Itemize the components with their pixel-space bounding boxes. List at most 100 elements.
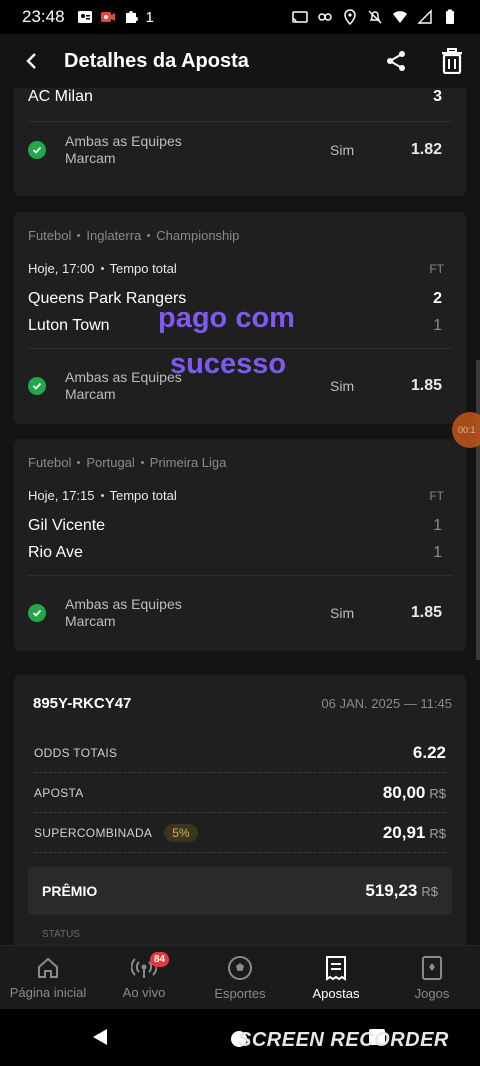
soccer-ball-icon (228, 955, 252, 980)
bet-details-content[interactable]: AC Milan 3 Ambas as Equipes Marcam Sim 1… (0, 88, 480, 945)
notification-count: 1 (145, 8, 154, 26)
match-status: FT (429, 488, 444, 503)
team-score: 1 (433, 317, 442, 334)
odd: 1.82 (410, 141, 442, 158)
bet-date: 06 JAN. 2025 — 11:45 (321, 695, 452, 711)
recording-icon (100, 12, 115, 22)
check-icon (28, 377, 46, 395)
prize-value-wrap: 519,23 R$ (365, 881, 438, 901)
status-right-icons (292, 9, 458, 25)
team-row: AC Milan 3 (28, 88, 442, 106)
selection-card: Futebol Portugal Primeira Liga Hoje, 17:… (14, 439, 466, 651)
share-icon (387, 51, 405, 71)
selection-row: Ambas as Equipes Marcam Sim 1.82 (28, 130, 456, 170)
pick: Sim (330, 142, 355, 158)
share-button[interactable] (368, 34, 424, 88)
screen-recorder-watermark: SCREEN RECORDER (238, 1029, 449, 1051)
pick: Sim (330, 605, 355, 621)
selection-card: AC Milan 3 Ambas as Equipes Marcam Sim 1… (14, 88, 466, 196)
mute-icon (368, 10, 382, 24)
selection-row: Ambas as Equipes Marcam Sim 1.85 (28, 593, 456, 633)
match-time: Hoje, 17:00 (28, 261, 95, 276)
team-name: Gil Vicente (28, 517, 106, 534)
team-score: 1 (433, 544, 442, 561)
cards-icon (422, 955, 442, 980)
back-button[interactable] (0, 34, 64, 88)
currency: R$ (421, 884, 438, 899)
link-icon (318, 13, 332, 21)
overlay-text-line1: pago com (158, 302, 295, 334)
nav-games[interactable]: Jogos (384, 946, 480, 1009)
prize-label: PRÊMIO (42, 883, 98, 899)
total-odds-row: ODDS TOTAIS 6.22 (34, 733, 446, 773)
location-icon (344, 9, 356, 25)
total-odds-value: 6.22 (412, 742, 446, 762)
team-row: Gil Vicente 1 (28, 517, 442, 535)
home-icon (38, 957, 58, 978)
pick: Sim (330, 378, 355, 394)
sport: Futebol (28, 228, 72, 243)
team-score: 1 (433, 517, 442, 534)
divider (28, 575, 452, 576)
trash-icon (442, 48, 462, 74)
match-meta: Futebol Portugal Primeira Liga (28, 455, 226, 470)
country: Inglaterra (86, 228, 142, 243)
team-name: Luton Town (28, 317, 110, 334)
nav-live[interactable]: 84 Ao vivo (96, 946, 192, 1009)
team-row: Rio Ave 1 (28, 544, 442, 562)
nav-bets[interactable]: Apostas (288, 946, 384, 1009)
team-name: AC Milan (28, 88, 93, 105)
stake-value-wrap: 80,00 R$ (383, 783, 446, 803)
back-arrow-icon (26, 53, 36, 69)
status-bar: 23:48 1 (0, 0, 480, 34)
status-label: STATUS (42, 929, 80, 940)
market-name: Ambas as Equipes Marcam (65, 596, 182, 629)
nav-home-label: Página inicial (9, 984, 87, 1000)
league: Championship (156, 228, 240, 243)
screen-recorder-bubble[interactable]: 00:1 (452, 412, 480, 448)
team-score: 3 (433, 88, 442, 105)
match-time-row: Hoje, 17:15 Tempo total FT (28, 488, 444, 503)
match-period: Tempo total (109, 261, 177, 276)
match-period: Tempo total (109, 488, 177, 503)
scrollbar[interactable] (476, 360, 480, 660)
system-back-button[interactable] (90, 1027, 110, 1052)
league: Primeira Liga (149, 455, 227, 470)
status-time: 23:48 (22, 7, 65, 26)
team-name: Rio Ave (28, 544, 83, 561)
match-meta: Futebol Inglaterra Championship (28, 228, 239, 243)
triangle-back-icon (93, 1029, 107, 1045)
currency: R$ (429, 785, 446, 801)
header-actions (368, 34, 480, 88)
app-bar: Detalhes da Aposta (0, 34, 480, 88)
overlay-text-line2: sucesso (170, 348, 287, 380)
check-icon (28, 141, 46, 159)
summary-header: 895Y-RKCY47 06 JAN. 2025 — 11:45 (14, 675, 466, 731)
stake-value: 80,00 (382, 782, 426, 802)
bet-slip-icon (326, 955, 346, 981)
match-status: FT (429, 261, 444, 276)
live-count-badge: 84 (150, 952, 170, 967)
match-time-row: Hoje, 17:00 Tempo total FT (28, 261, 444, 276)
nav-sports-label: Esportes (214, 985, 266, 1001)
boost-badge: 5% (164, 823, 198, 842)
nav-home[interactable]: Página inicial (0, 946, 96, 1009)
nav-live-label: Ao vivo (122, 984, 166, 1000)
boost-label: SUPERCOMBINADA (34, 825, 153, 840)
nav-bets-label: Apostas (312, 985, 360, 1001)
total-odds-label: ODDS TOTAIS (34, 745, 118, 760)
prize-box: PRÊMIO 519,23 R$ (28, 867, 452, 915)
cast-icon (292, 11, 308, 23)
battery-icon (446, 9, 454, 24)
currency: R$ (429, 825, 446, 841)
match-time: Hoje, 17:15 (28, 488, 95, 503)
nav-sports[interactable]: Esportes (192, 946, 288, 1009)
odd: 1.85 (410, 377, 442, 394)
market-name: Ambas as Equipes Marcam (65, 133, 182, 166)
status-left-icons: 1 (77, 9, 154, 26)
boost-value-wrap: 20,91 R$ (383, 823, 446, 843)
sport: Futebol (28, 455, 72, 470)
puzzle-icon (125, 11, 138, 23)
country: Portugal (86, 455, 135, 470)
delete-button[interactable] (424, 34, 480, 88)
